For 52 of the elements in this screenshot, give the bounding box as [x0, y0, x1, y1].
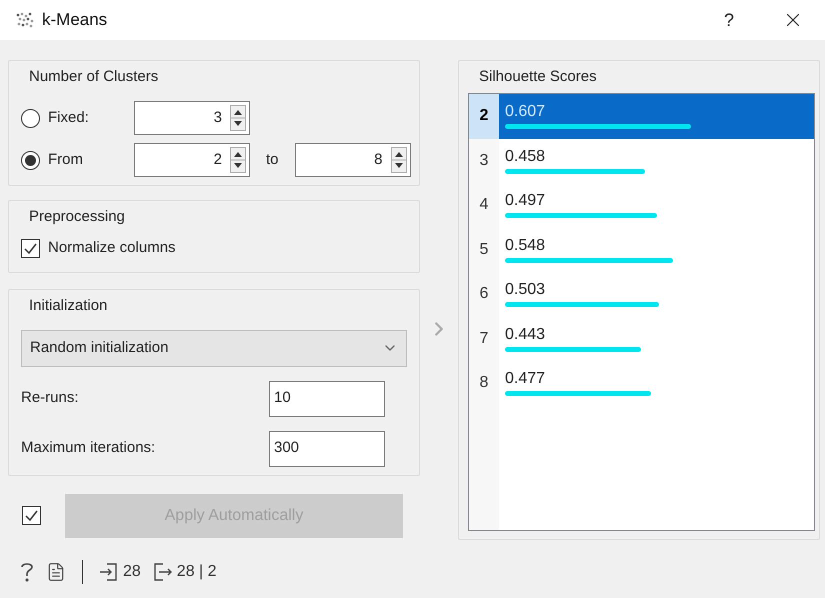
row-number: 2: [469, 94, 499, 138]
window-title: k-Means: [42, 9, 108, 32]
spin-box[interactable]: 3: [134, 101, 250, 135]
radio-label: Fixed:: [48, 108, 90, 128]
cluster-dots-icon: [16, 12, 34, 28]
score-row[interactable]: 0.458: [499, 138, 814, 183]
score-value: 0.458: [505, 148, 546, 166]
output-icon: [152, 562, 173, 582]
spinner-arrows-icon[interactable]: [390, 147, 407, 173]
score-row[interactable]: 0.443: [499, 316, 814, 361]
group-title: Initialization: [29, 296, 108, 314]
group-title: Silhouette Scores: [479, 68, 597, 85]
row-number: 5: [478, 240, 490, 260]
checkbox[interactable]: [21, 238, 40, 258]
input-icon: [99, 562, 119, 582]
score-value: 0.607: [505, 103, 546, 122]
score-value: 0.497: [505, 192, 546, 210]
score-value: 0.443: [505, 326, 546, 344]
spinner-arrows-icon[interactable]: [230, 105, 246, 131]
row-number: 7: [478, 328, 490, 349]
input-field[interactable]: 10: [269, 380, 385, 416]
method-dropdown[interactable]: Random initialization: [21, 330, 407, 366]
row-number: 3: [478, 150, 490, 171]
document-icon[interactable]: [46, 562, 66, 582]
field-label: Maximum iterations:: [21, 438, 156, 458]
score-value: 0.503: [505, 281, 546, 300]
score-row[interactable]: 0.548: [499, 228, 814, 272]
help-button[interactable]: ?: [709, 4, 749, 36]
range-separator: to: [266, 150, 279, 170]
group-title: Number of Clusters: [29, 68, 158, 85]
input-count: 28: [123, 562, 141, 582]
score-value: 0.548: [505, 236, 546, 255]
score-row[interactable]: 0.497: [499, 183, 814, 228]
score-row[interactable]: 0.477: [499, 361, 814, 406]
score-value: 0.477: [505, 370, 546, 388]
spin-box[interactable]: 8: [294, 143, 411, 177]
help-icon[interactable]: [20, 560, 34, 582]
row-number: 8: [478, 373, 490, 394]
output-count: 28 | 2: [176, 562, 217, 582]
input-field[interactable]: 300: [269, 430, 385, 466]
checkbox-label: Normalize columns: [48, 238, 176, 258]
field-label: Re-runs:: [21, 388, 80, 408]
radio-button[interactable]: [21, 150, 40, 170]
score-row[interactable]: 0.607: [499, 94, 814, 138]
score-row[interactable]: 0.503: [499, 272, 814, 316]
row-number: 4: [478, 195, 490, 216]
radio-button[interactable]: [21, 108, 40, 128]
row-number: 6: [478, 284, 490, 304]
group-title: Preprocessing: [29, 208, 125, 225]
spinner-arrows-icon[interactable]: [230, 147, 246, 173]
radio-label: From: [48, 150, 84, 170]
spin-box[interactable]: 2: [134, 143, 250, 177]
